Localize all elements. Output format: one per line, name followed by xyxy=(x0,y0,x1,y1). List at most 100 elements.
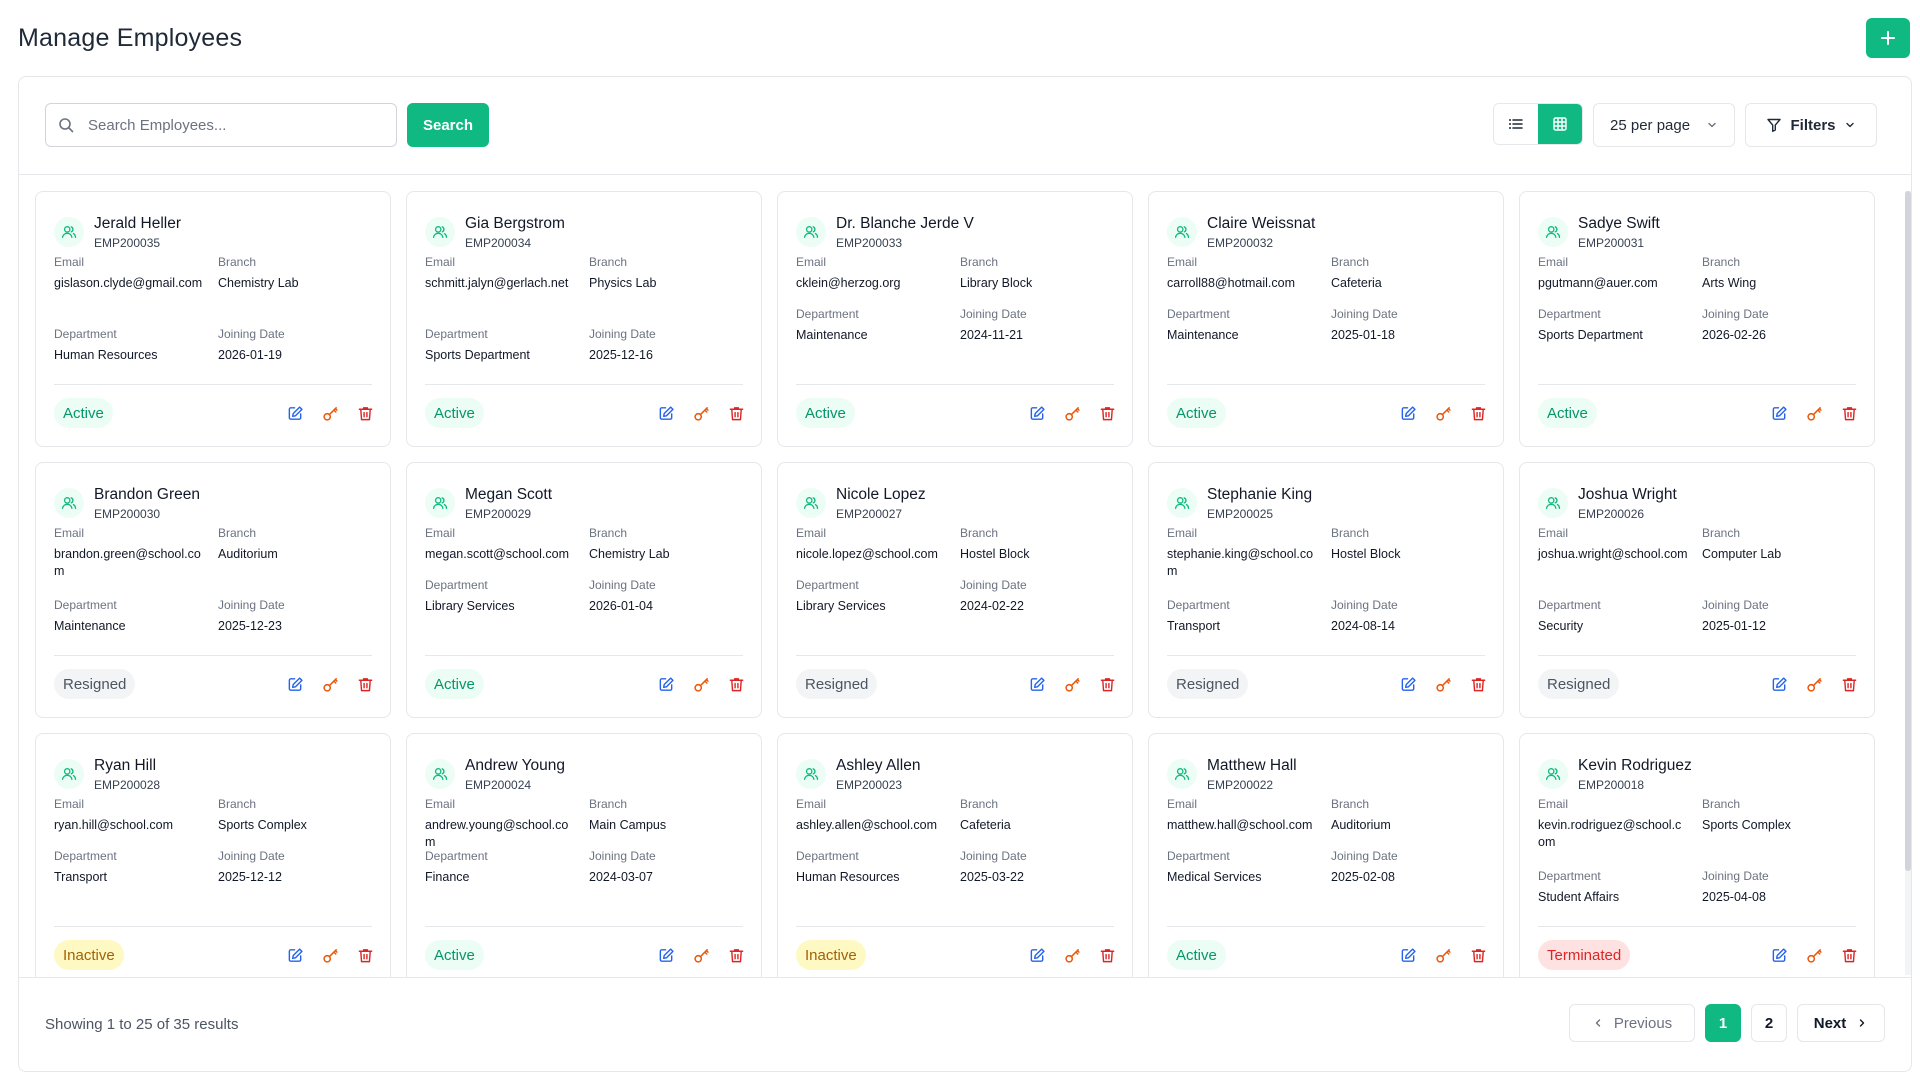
key-icon[interactable] xyxy=(1805,404,1823,422)
trash-icon[interactable] xyxy=(1840,946,1858,964)
chevron-right-icon xyxy=(1860,1019,1865,1027)
edit-icon[interactable] xyxy=(286,946,304,964)
search-button[interactable]: Search xyxy=(407,103,489,147)
page-button-2[interactable]: 2 xyxy=(1751,1004,1787,1042)
employee-card[interactable]: Nicole Lopez EMP200027 Email nicole.lopez@s… xyxy=(777,462,1133,718)
edit-icon[interactable] xyxy=(286,404,304,422)
branch-label: Branch xyxy=(589,255,628,269)
filters-button[interactable]: Filters xyxy=(1745,103,1877,147)
employee-card[interactable]: Andrew Young EMP200024 Email andrew.young@s… xyxy=(406,733,762,977)
search-input[interactable] xyxy=(88,116,378,134)
employee-id: EMP200029 xyxy=(465,507,532,521)
trash-icon[interactable] xyxy=(1469,675,1487,693)
trash-icon[interactable] xyxy=(1098,675,1116,693)
email-label: Email xyxy=(796,797,827,811)
edit-icon[interactable] xyxy=(657,946,675,964)
status-badge: Resigned xyxy=(796,669,878,699)
key-icon[interactable] xyxy=(321,675,339,693)
employee-card[interactable]: Kevin Rodriguez EMP200018 Email kevin.rodri… xyxy=(1519,733,1875,977)
page-button-1[interactable]: 1 xyxy=(1705,1004,1741,1042)
per-page-select[interactable]: 25 per page xyxy=(1593,103,1735,147)
key-icon[interactable] xyxy=(1063,404,1081,422)
scrollbar[interactable] xyxy=(1905,191,1911,975)
trash-icon[interactable] xyxy=(356,675,374,693)
key-icon[interactable] xyxy=(1434,675,1452,693)
search-icon xyxy=(59,118,74,133)
edit-icon[interactable] xyxy=(1770,675,1788,693)
trash-icon[interactable] xyxy=(356,946,374,964)
status-badge: Active xyxy=(54,398,113,428)
edit-icon[interactable] xyxy=(1028,946,1046,964)
email-value: brandon.green@school.com xyxy=(54,547,201,578)
grid-view-button[interactable] xyxy=(1538,104,1582,144)
search-box[interactable] xyxy=(45,103,397,147)
email-label: Email xyxy=(1538,797,1569,811)
trash-icon[interactable] xyxy=(1469,946,1487,964)
employee-card[interactable]: Stephanie King EMP200025 Email stephanie.ki… xyxy=(1148,462,1504,718)
key-icon[interactable] xyxy=(1434,404,1452,422)
add-employee-button[interactable] xyxy=(1866,18,1910,58)
employee-card[interactable]: Megan Scott EMP200029 Email megan.scott@sch… xyxy=(406,462,762,718)
trash-icon[interactable] xyxy=(727,946,745,964)
edit-icon[interactable] xyxy=(286,675,304,693)
department-field: Department Maintenance xyxy=(1167,306,1317,344)
email-label: Email xyxy=(425,797,456,811)
trash-icon[interactable] xyxy=(1098,404,1116,422)
edit-icon[interactable] xyxy=(1028,404,1046,422)
trash-icon[interactable] xyxy=(1469,404,1487,422)
key-icon[interactable] xyxy=(1805,946,1823,964)
key-icon[interactable] xyxy=(321,404,339,422)
branch-field: Branch Chemistry Lab xyxy=(589,525,739,563)
next-page-button[interactable]: Next xyxy=(1797,1004,1885,1042)
branch-field: Branch Chemistry Lab xyxy=(218,254,368,292)
department-field: Department Finance xyxy=(425,848,575,886)
edit-icon[interactable] xyxy=(1028,675,1046,693)
previous-page-button[interactable]: Previous xyxy=(1569,1004,1695,1042)
list-view-button[interactable] xyxy=(1494,104,1538,144)
trash-icon[interactable] xyxy=(356,404,374,422)
edit-icon[interactable] xyxy=(657,404,675,422)
trash-icon[interactable] xyxy=(727,404,745,422)
users-icon xyxy=(803,224,819,240)
employee-card[interactable]: Gia Bergstrom EMP200034 Email schmitt.jalyn… xyxy=(406,191,762,447)
trash-icon[interactable] xyxy=(1840,404,1858,422)
edit-icon[interactable] xyxy=(1399,404,1417,422)
key-icon[interactable] xyxy=(321,946,339,964)
email-label: Email xyxy=(54,526,85,540)
joining-date-value: 2025-12-16 xyxy=(589,348,653,362)
edit-icon[interactable] xyxy=(1770,946,1788,964)
employee-name: Gia Bergstrom xyxy=(465,215,565,232)
employee-card[interactable]: Ryan Hill EMP200028 Email ryan.hill@school.… xyxy=(35,733,391,977)
card-divider xyxy=(1538,926,1856,927)
edit-icon[interactable] xyxy=(1399,675,1417,693)
key-icon[interactable] xyxy=(1063,946,1081,964)
users-icon xyxy=(1174,224,1190,240)
employee-card[interactable]: Claire Weissnat EMP200032 Email carroll88@h… xyxy=(1148,191,1504,447)
employee-card[interactable]: Matthew Hall EMP200022 Email matthew.hall@s… xyxy=(1148,733,1504,977)
card-actions xyxy=(657,946,745,964)
department-field: Department Maintenance xyxy=(796,306,946,344)
key-icon[interactable] xyxy=(1805,675,1823,693)
employee-card[interactable]: Jerald Heller EMP200035 Email gislason.clyd… xyxy=(35,191,391,447)
key-icon[interactable] xyxy=(1063,675,1081,693)
employee-card[interactable]: Dr. Blanche Jerde V EMP200033 Email cklein@… xyxy=(777,191,1133,447)
email-field: Email ryan.hill@school.com xyxy=(54,796,204,834)
trash-icon[interactable] xyxy=(1840,675,1858,693)
edit-icon[interactable] xyxy=(1770,404,1788,422)
key-icon[interactable] xyxy=(692,946,710,964)
employee-card[interactable]: Brandon Green EMP200030 Email brandon.green… xyxy=(35,462,391,718)
edit-icon[interactable] xyxy=(1399,946,1417,964)
branch-label: Branch xyxy=(218,255,257,269)
key-icon[interactable] xyxy=(692,404,710,422)
trash-icon[interactable] xyxy=(1098,946,1116,964)
trash-icon[interactable] xyxy=(727,675,745,693)
branch-value: Cafeteria xyxy=(1331,276,1382,290)
joining-date-field: Joining Date 2025-03-22 xyxy=(960,848,1110,886)
edit-icon[interactable] xyxy=(657,675,675,693)
key-icon[interactable] xyxy=(692,675,710,693)
key-icon[interactable] xyxy=(1434,946,1452,964)
department-label: Department xyxy=(425,849,488,863)
employee-card[interactable]: Joshua Wright EMP200026 Email joshua.wright… xyxy=(1519,462,1875,718)
employee-card[interactable]: Sadye Swift EMP200031 Email pgutmann@auer.c… xyxy=(1519,191,1875,447)
employee-card[interactable]: Ashley Allen EMP200023 Email ashley.allen@s… xyxy=(777,733,1133,977)
